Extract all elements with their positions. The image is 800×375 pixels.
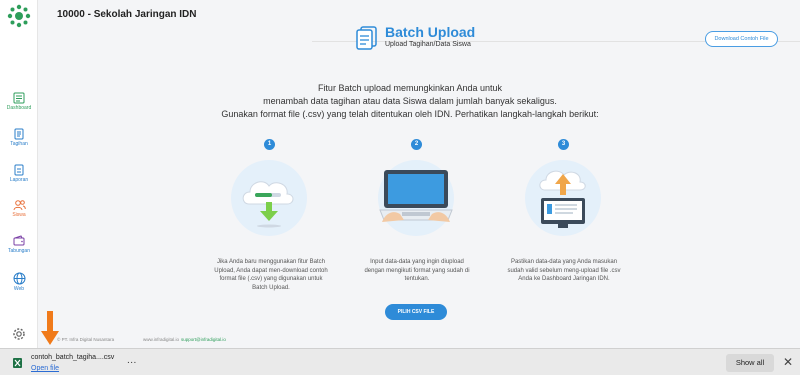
more-options-button[interactable]: ...	[127, 355, 137, 366]
users-icon	[13, 200, 26, 211]
report-icon	[14, 164, 24, 176]
choose-csv-file-button[interactable]: PILIH CSV FILE	[385, 304, 447, 320]
gear-icon[interactable]	[12, 327, 26, 341]
app-logo-icon[interactable]	[7, 4, 31, 28]
sidebar-item-label: Dashboard	[6, 105, 32, 111]
sidebar: Dashboard Tagihan Laporan Siswa Tabungan…	[0, 0, 38, 348]
step-3-description: Pastikan data-data yang Anda masukan sud…	[484, 258, 644, 284]
step-text-line: Jika Anda baru menggunakan fitur Batch	[216, 259, 326, 265]
globe-icon	[13, 272, 25, 285]
step-text-line: Upload, Anda dapat men-download contoh	[214, 267, 328, 274]
sidebar-item-tagihan[interactable]: Tagihan	[0, 126, 38, 160]
step-1-description: Jika Anda baru menggunakan fitur Batch U…	[191, 258, 351, 292]
intro-line: Gunakan format file (.csv) yang telah di…	[221, 109, 599, 119]
invoice-icon	[14, 128, 24, 140]
step-number: 3	[558, 139, 569, 150]
intro-line: menambah data tagihan atau data Siswa da…	[263, 96, 557, 106]
download-filename[interactable]: contoh_batch_tagiha....csv	[31, 354, 114, 361]
step-1-illustration	[231, 160, 307, 236]
footer-email-link[interactable]: support@infradigital.io	[181, 337, 226, 342]
intro-line: Fitur Batch upload memungkinkan Anda unt…	[317, 83, 503, 93]
document-upload-icon	[356, 26, 377, 50]
sidebar-item-web[interactable]: Web	[0, 270, 38, 304]
wallet-icon	[13, 235, 25, 246]
step-2-illustration	[378, 160, 454, 236]
step-number: 2	[411, 139, 422, 150]
sidebar-item-label: Tabungan	[8, 248, 30, 254]
sidebar-item-label: Web	[13, 286, 25, 292]
cloud-download-icon	[242, 181, 294, 228]
step-text-line: sudah valid sebelum meng-upload file .cs…	[507, 267, 621, 274]
footer-website-link[interactable]: www.infradigital.io	[143, 337, 179, 342]
page-subtitle: Upload Tagihan/Data Siswa	[385, 41, 471, 48]
school-title: 10000 - Sekolah Jaringan IDN	[57, 9, 197, 20]
csv-file-icon	[13, 358, 22, 368]
open-file-link[interactable]: Open file	[31, 365, 59, 372]
download-sample-button[interactable]: Download Contoh File	[705, 31, 778, 47]
laptop-typing-icon	[379, 170, 453, 222]
step-3-illustration	[525, 160, 601, 236]
sidebar-item-label: Tagihan	[10, 141, 28, 147]
step-number: 1	[264, 139, 275, 150]
sidebar-item-dashboard[interactable]: Dashboard	[0, 90, 38, 124]
show-all-button[interactable]: Show all	[726, 354, 774, 372]
sidebar-item-label: Siswa	[12, 212, 26, 218]
step-text-line: tentukan.	[404, 276, 430, 282]
step-text-line: format file (.csv) yang digunakan untuk	[219, 276, 323, 282]
cloud-upload-monitor-icon	[539, 170, 586, 228]
step-text-line: Input data-data yang ingin diupload	[370, 259, 464, 265]
download-bar: contoh_batch_tagiha....csv Open file ...…	[0, 348, 800, 375]
step-text-line: Anda ke Dashboard Jaringan IDN.	[518, 276, 610, 282]
intro-text: Fitur Batch upload memungkinkan Anda unt…	[210, 82, 610, 121]
page-title: Batch Upload	[385, 24, 476, 40]
step-text-line: Batch Upload.	[252, 284, 290, 291]
sidebar-item-tabungan[interactable]: Tabungan	[0, 233, 38, 267]
step-text-line: Pastikan data-data yang Anda masukan	[510, 259, 618, 265]
step-text-line: dengan mengikuti format yang sudah di	[364, 267, 470, 274]
footer-company: © PT. Infra Digital Nusantara	[57, 337, 115, 342]
sidebar-item-siswa[interactable]: Siswa	[0, 197, 38, 231]
sidebar-item-label: Laporan	[9, 177, 29, 183]
arrow-down-icon	[41, 311, 59, 345]
step-2-description: Input data-data yang ingin diupload deng…	[337, 258, 497, 284]
sidebar-item-laporan[interactable]: Laporan	[0, 162, 38, 196]
dashboard-icon	[13, 92, 25, 104]
close-icon[interactable]: ✕	[782, 354, 794, 370]
